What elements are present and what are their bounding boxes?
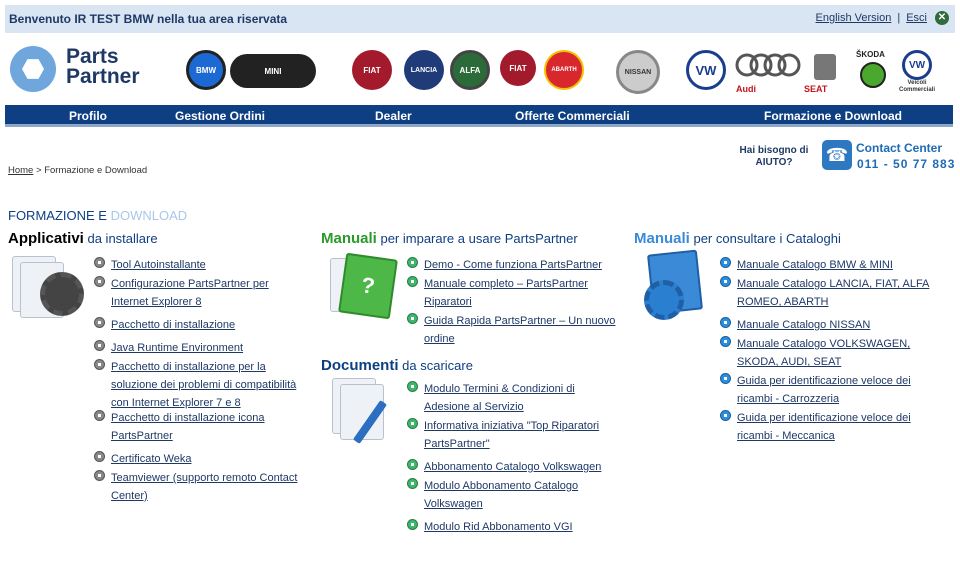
download-icon	[407, 313, 418, 324]
breadcrumb: Home > Formazione e Download	[8, 165, 147, 176]
nav-profilo[interactable]: Profilo	[69, 109, 107, 123]
skoda-label: ŠKODA	[856, 50, 885, 59]
download-icon	[720, 373, 731, 384]
alfa-romeo-logo-icon: ALFA	[450, 50, 490, 90]
download-icon	[407, 478, 418, 489]
brand-logos: BMW MINI FIAT LANCIA ALFA FIAT ABARTH NI…	[180, 46, 950, 96]
contact-center-title[interactable]: Contact Center	[856, 141, 942, 155]
main-nav: Profilo Gestione Ordini Dealer Offerte C…	[5, 105, 953, 127]
download-icon	[407, 257, 418, 268]
download-icon	[720, 276, 731, 287]
lancia-logo-icon: LANCIA	[404, 50, 444, 90]
contact-center-phone: 011 - 50 77 883	[857, 157, 956, 171]
download-icon	[720, 257, 731, 268]
manuali-cataloghi-gear-icon	[642, 249, 720, 322]
nav-formazione-download[interactable]: Formazione e Download	[764, 109, 902, 123]
page-title: FORMAZIONE E DOWNLOAD	[8, 208, 188, 223]
volkswagen-logo-icon: VW	[686, 50, 726, 90]
audi-label: Audi	[736, 84, 756, 94]
bmw-logo-icon: BMW	[186, 50, 226, 90]
logo-text: Parts Partner	[66, 45, 140, 88]
breadcrumb-home[interactable]: Home	[8, 165, 33, 176]
close-icon[interactable]: ✕	[935, 11, 949, 25]
link-separator: |	[897, 12, 901, 24]
download-icon	[720, 410, 731, 421]
applicativi-gear-icon	[10, 254, 88, 326]
download-icon	[94, 257, 105, 268]
audi-logo-icon	[734, 50, 802, 80]
download-icon	[407, 276, 418, 287]
welcome-message: Benvenuto IR TEST BMW nella tua area ris…	[9, 12, 288, 26]
download-icon	[407, 519, 418, 530]
nav-gestione-ordini[interactable]: Gestione Ordini	[175, 109, 265, 123]
partspartner-logo[interactable]: Parts Partner	[10, 44, 155, 94]
download-icon	[94, 359, 105, 370]
fiat-professional-logo-icon: FIAT	[500, 50, 536, 86]
help-text: Hai bisogno di AIUTO?	[739, 145, 809, 168]
download-icon	[407, 459, 418, 470]
download-icon	[94, 451, 105, 462]
skoda-logo-icon	[860, 62, 886, 88]
manuali-help-icon: ?	[330, 252, 408, 324]
mini-logo-icon: MINI	[230, 54, 316, 88]
breadcrumb-separator: >	[35, 165, 42, 176]
download-icon	[407, 418, 418, 429]
applicativi-header: Applicativi da installare	[8, 230, 158, 247]
documenti-pen-icon	[332, 378, 410, 450]
documenti-header: Documenti da scaricare	[321, 357, 473, 374]
seat-logo-icon	[814, 54, 836, 80]
top-links: English Version | Esci	[816, 12, 927, 24]
download-icon	[94, 317, 105, 328]
nav-dealer[interactable]: Dealer	[375, 109, 412, 123]
manuali-cataloghi-header: Manuali per consultare i Cataloghi	[634, 230, 841, 247]
download-icon	[407, 381, 418, 392]
vw-commercial-logo-icon: VW	[902, 50, 932, 80]
download-icon	[94, 340, 105, 351]
download-icon	[94, 410, 105, 421]
breadcrumb-current: Formazione e Download	[44, 165, 148, 176]
download-icon	[94, 470, 105, 481]
nissan-logo-icon: NISSAN	[616, 50, 660, 94]
logout-link[interactable]: Esci	[906, 12, 927, 24]
english-version-link[interactable]: English Version	[816, 12, 892, 24]
fiat-logo-icon: FIAT	[352, 50, 392, 90]
download-icon	[720, 336, 731, 347]
manuali-pp-header: Manuali per imparare a usare PartsPartne…	[321, 230, 578, 247]
seat-label: SEAT	[804, 84, 828, 94]
download-icon	[720, 317, 731, 328]
download-icon	[94, 276, 105, 287]
vw-commercial-label: Veicoli Commerciali	[898, 80, 935, 93]
nav-offerte-commerciali[interactable]: Offerte Commerciali	[515, 109, 630, 123]
phone-icon[interactable]: ☎	[822, 140, 852, 170]
abarth-logo-icon: ABARTH	[544, 50, 584, 90]
top-bar: Benvenuto IR TEST BMW nella tua area ris…	[5, 5, 955, 33]
